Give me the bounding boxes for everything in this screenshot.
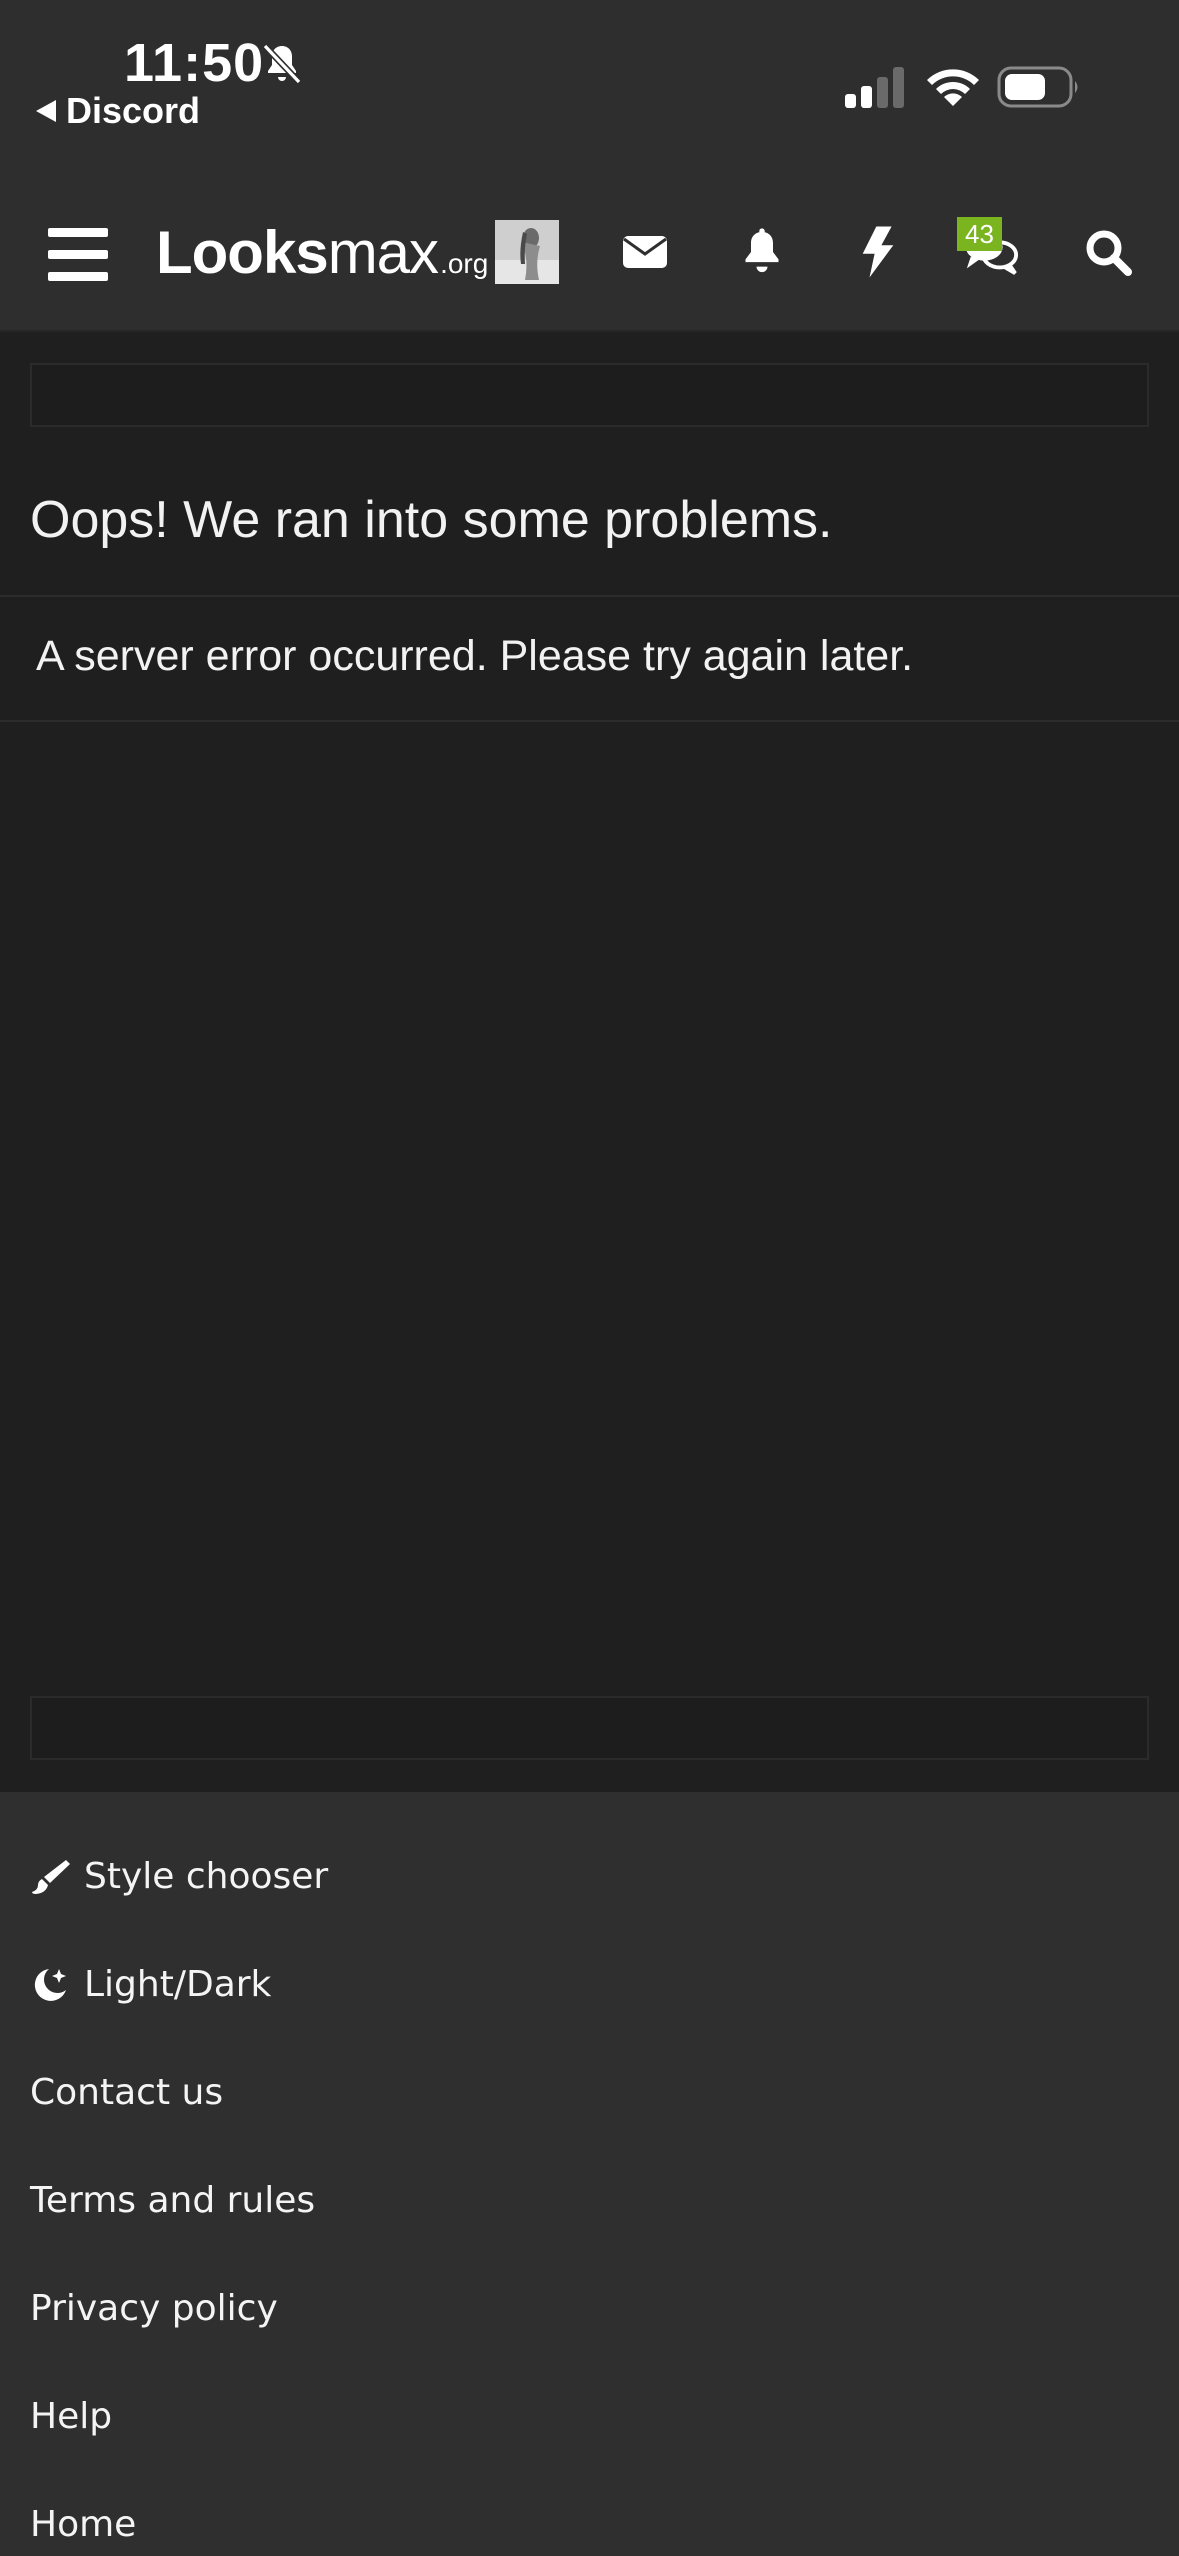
site-footer: Style chooser Light/Dark Contact us Term… bbox=[0, 1792, 1179, 2556]
footer-link-privacy[interactable]: Privacy policy bbox=[30, 2288, 278, 2329]
footer-link-style-chooser[interactable]: Style chooser bbox=[30, 1856, 328, 1897]
error-message: A server error occurred. Please try agai… bbox=[36, 632, 914, 680]
footer-link-label: Style chooser bbox=[84, 1856, 329, 1897]
chat-badge: 43 bbox=[957, 217, 1002, 251]
logo-tld: .org bbox=[440, 248, 489, 279]
footer-link-contact[interactable]: Contact us bbox=[30, 2072, 223, 2113]
ad-placeholder-bottom bbox=[30, 1696, 1149, 1760]
bell-icon[interactable] bbox=[734, 224, 790, 280]
footer-link-label: Privacy policy bbox=[30, 2288, 278, 2329]
logo-part2: max bbox=[327, 219, 439, 286]
footer-link-home[interactable]: Home bbox=[30, 2504, 136, 2545]
site-logo[interactable]: Looks max .org bbox=[156, 218, 488, 287]
back-arrow-icon bbox=[36, 100, 56, 122]
search-icon[interactable] bbox=[1080, 224, 1136, 280]
site-navbar: Looks max .org 43 bbox=[0, 160, 1179, 332]
back-label: Discord bbox=[66, 90, 201, 131]
page-title: Oops! We ran into some problems. bbox=[30, 491, 833, 549]
footer-link-label: Light/Dark bbox=[84, 1964, 272, 2005]
footer-link-light-dark[interactable]: Light/Dark bbox=[30, 1964, 271, 2005]
footer-link-label: Help bbox=[30, 2396, 113, 2437]
paintbrush-icon bbox=[32, 1859, 70, 1894]
footer-link-label: Home bbox=[30, 2504, 137, 2545]
page: 11:50 Discord Looks max .org 43 Oops! We… bbox=[0, 0, 1179, 2556]
avatar[interactable] bbox=[495, 220, 559, 284]
bell-slash-icon bbox=[262, 43, 302, 85]
footer-link-label: Contact us bbox=[30, 2072, 224, 2113]
bolt-icon[interactable] bbox=[850, 224, 906, 280]
clock: 11:50 bbox=[124, 33, 265, 93]
battery-icon bbox=[997, 66, 1078, 108]
divider bbox=[0, 595, 1179, 597]
back-to-discord[interactable]: Discord bbox=[36, 90, 200, 132]
footer-link-label: Terms and rules bbox=[30, 2180, 316, 2221]
wifi-icon bbox=[927, 69, 979, 106]
footer-link-terms[interactable]: Terms and rules bbox=[30, 2180, 315, 2221]
divider bbox=[0, 720, 1179, 722]
footer-link-help[interactable]: Help bbox=[30, 2396, 112, 2437]
envelope-icon[interactable] bbox=[617, 224, 673, 280]
signal-icon bbox=[845, 67, 904, 108]
ad-placeholder-top bbox=[30, 363, 1149, 427]
status-bar: 11:50 Discord bbox=[0, 0, 1179, 160]
moon-icon bbox=[34, 1968, 66, 2001]
menu-icon[interactable] bbox=[48, 228, 108, 281]
logo-part1: Looks bbox=[156, 219, 329, 286]
